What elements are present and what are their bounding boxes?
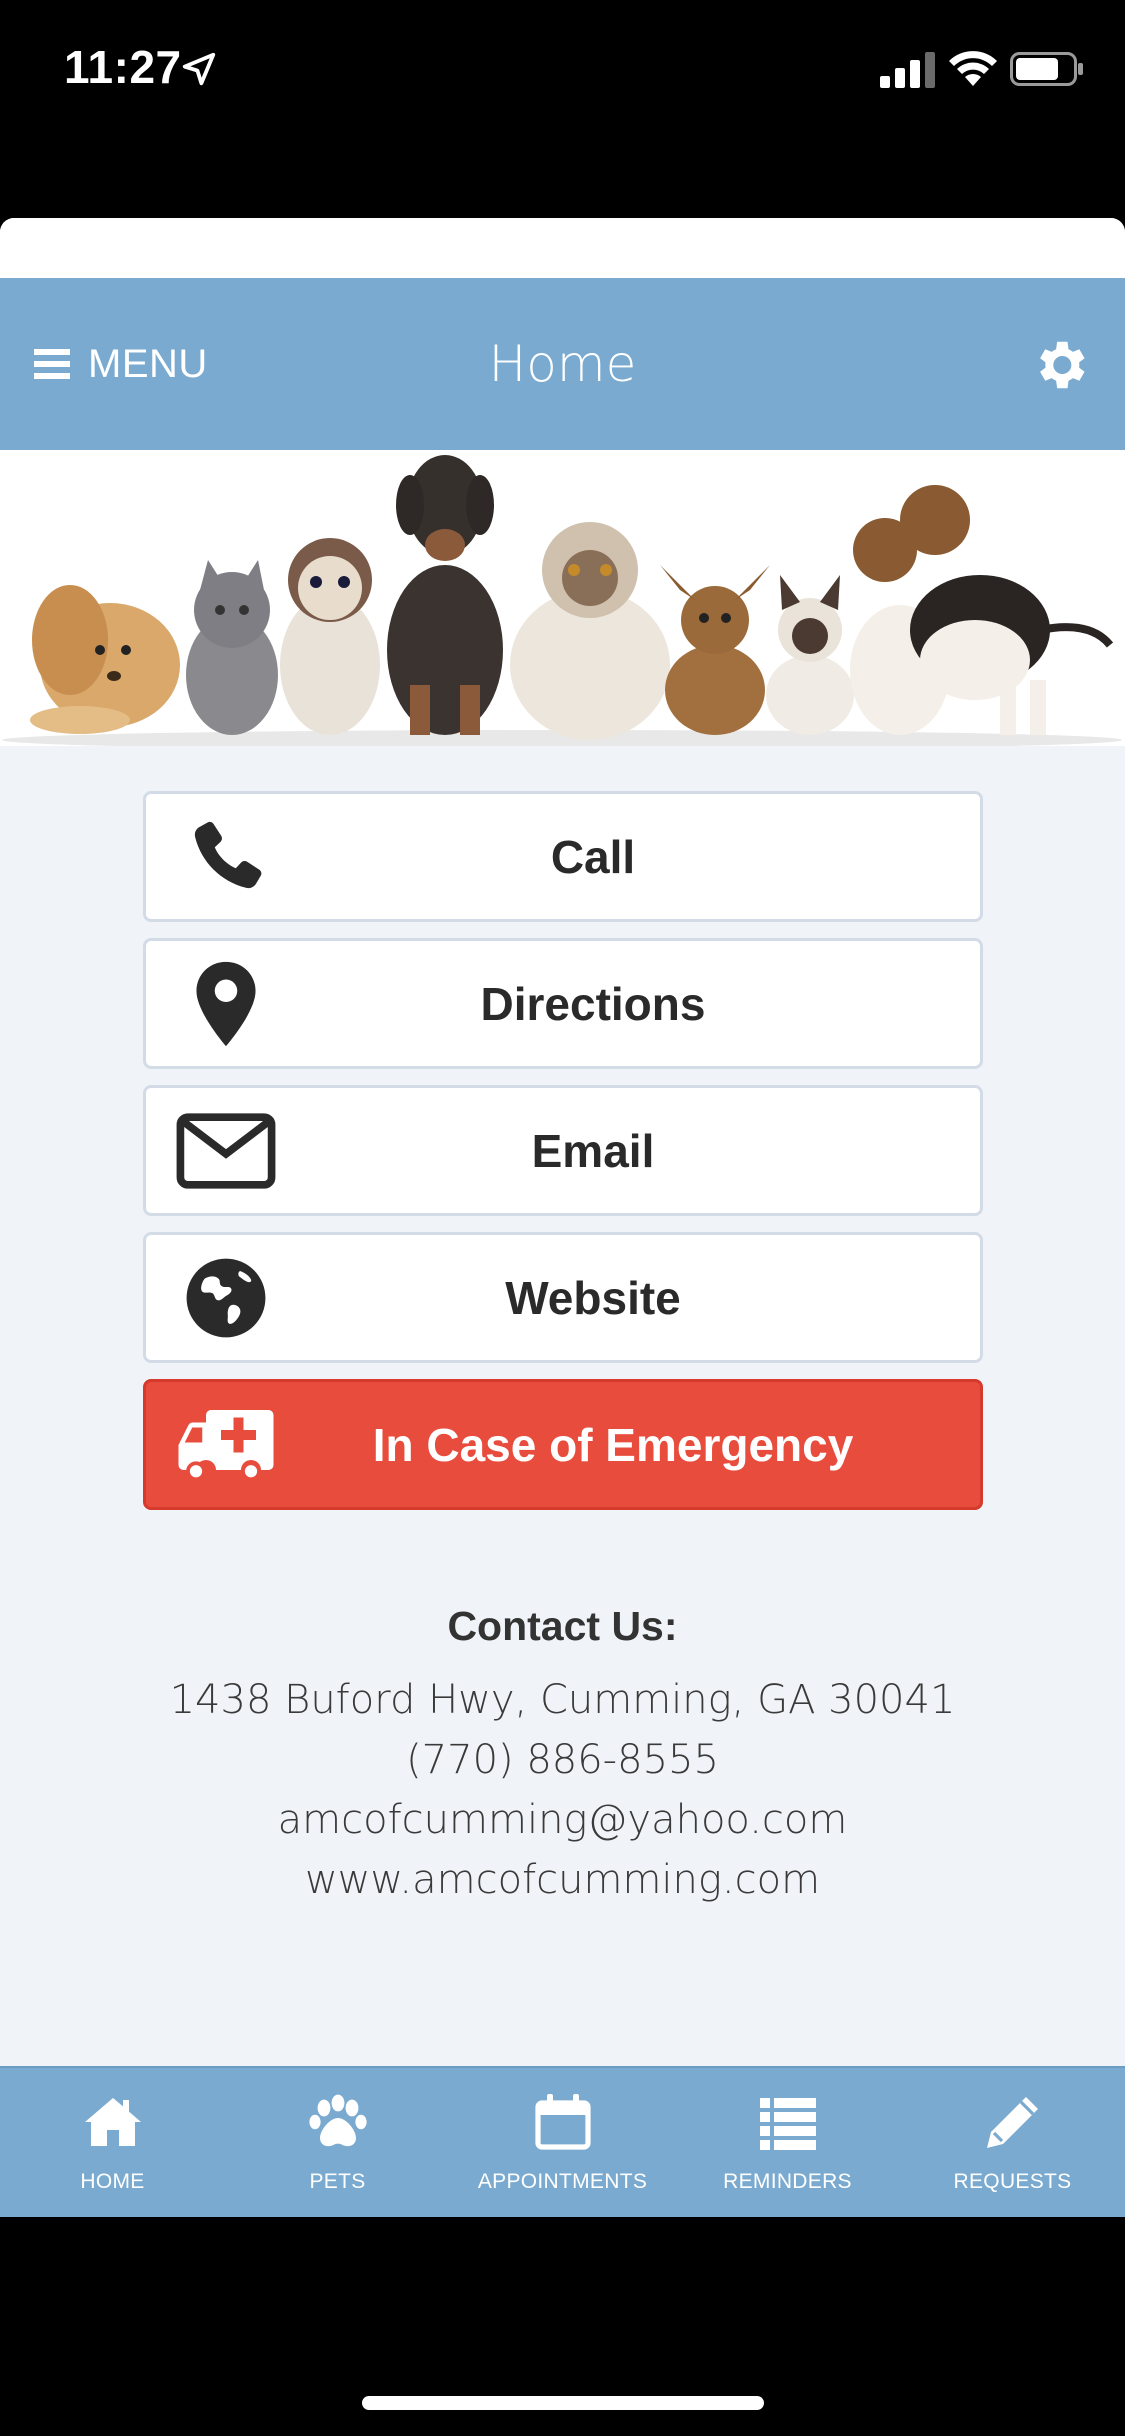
status-bar: 11:27 [0, 0, 1125, 135]
tab-pets[interactable]: PETS [225, 2068, 450, 2217]
tab-home-label: HOME [80, 2170, 145, 2193]
map-pin-icon [176, 959, 276, 1049]
email-button[interactable]: Email [143, 1085, 983, 1216]
battery-icon [1010, 52, 1083, 86]
directions-label: Directions [480, 977, 706, 1030]
contact-heading: Contact Us: [447, 1603, 678, 1649]
call-button[interactable]: Call [143, 791, 983, 922]
action-list: Call Directions Email Website In Case of [143, 791, 983, 1526]
tab-reminders-label: REMINDERS [723, 2170, 852, 2193]
menu-button[interactable]: MENU [34, 278, 208, 450]
app-header: Home MENU [0, 278, 1125, 450]
globe-icon [176, 1253, 276, 1343]
envelope-icon [176, 1106, 276, 1196]
cat-figure [280, 538, 380, 735]
top-strip [0, 218, 1125, 278]
emergency-label: In Case of Emergency [372, 1418, 854, 1471]
tab-home[interactable]: HOME [0, 2068, 225, 2217]
home-icon [84, 2098, 141, 2146]
website-label: Website [505, 1271, 681, 1324]
tab-appointments[interactable]: APPOINTMENTS [450, 2068, 675, 2217]
location-arrow-icon [182, 52, 216, 86]
tab-reminders[interactable]: REMINDERS [675, 2068, 900, 2217]
status-time: 11:27 [64, 41, 182, 93]
tab-requests[interactable]: REQUESTS [900, 2068, 1125, 2217]
tab-requests-label: REQUESTS [953, 2170, 1072, 2193]
menu-label: MENU [88, 341, 208, 386]
directions-button[interactable]: Directions [143, 938, 983, 1069]
home-indicator[interactable] [362, 2396, 764, 2410]
website-button[interactable]: Website [143, 1232, 983, 1363]
calendar-icon [534, 2094, 591, 2150]
wifi-icon [949, 51, 997, 86]
hamburger-icon [34, 349, 70, 379]
tab-appointments-label: APPOINTMENTS [477, 2170, 648, 2193]
cellular-signal-icon [880, 52, 935, 88]
email-label: Email [531, 1124, 655, 1177]
contact-address[interactable]: 1438 Buford Hwy, Cumming, GA 30041 [0, 1670, 1125, 1730]
bottom-tab-bar: HOME PETS APPOINTMENTS REMINDERS REQUEST… [0, 2066, 1125, 2217]
pets-banner-image [0, 450, 1125, 746]
contact-website[interactable]: www.amcofcumming.com [0, 1850, 1125, 1910]
contact-section: Contact Us: 1438 Buford Hwy, Cumming, GA… [0, 1603, 1125, 1910]
tab-pets-label: PETS [309, 2170, 366, 2193]
pencil-icon [986, 2097, 1038, 2148]
list-icon [759, 2098, 816, 2150]
app-screen: Home MENU Call Directions Email Website … [0, 218, 1125, 2217]
phone-icon [176, 812, 276, 902]
call-label: Call [550, 830, 636, 883]
doberman-figure [387, 455, 503, 735]
gear-icon[interactable] [1029, 334, 1091, 396]
paw-icon [308, 2094, 367, 2147]
contact-email[interactable]: amcofcumming@yahoo.com [0, 1790, 1125, 1850]
emergency-button[interactable]: In Case of Emergency [143, 1379, 983, 1510]
contact-phone[interactable]: (770) 886-8555 [0, 1730, 1125, 1790]
ambulance-icon [176, 1400, 276, 1490]
